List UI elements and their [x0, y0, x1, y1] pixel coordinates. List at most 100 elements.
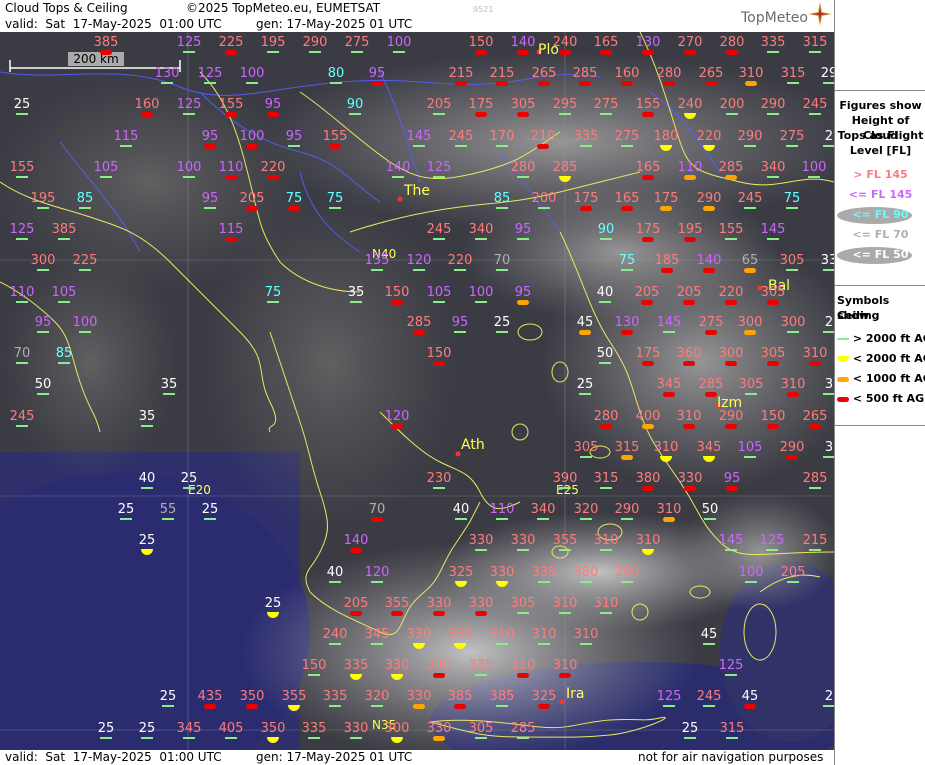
- cloud-top-label: 125: [9, 222, 35, 237]
- cloud-top-label: 105: [737, 440, 763, 455]
- cloud-top-label: 300: [30, 253, 56, 268]
- cloud-top-label: 310: [510, 658, 536, 673]
- ceiling-symbol: [413, 704, 425, 709]
- ceiling-symbol: [767, 176, 779, 178]
- cloud-top-label: 280: [656, 66, 682, 81]
- ceiling-symbol: [823, 269, 834, 271]
- cloud-top-label: 165: [593, 35, 619, 50]
- cloud-top-label: 265: [531, 66, 557, 81]
- cloud-top-label: 245: [9, 409, 35, 424]
- cloud-top-label: 120: [384, 409, 410, 424]
- legend-title-line-1: Figures show: [839, 99, 922, 112]
- ceiling-symbol: [621, 145, 633, 147]
- cloud-top-label: 345: [176, 721, 202, 736]
- ceiling-symbol: [703, 643, 715, 645]
- ceiling-symbol: [684, 737, 696, 739]
- ceiling-symbol: [786, 455, 798, 460]
- cloud-top-label: 55: [159, 502, 177, 517]
- cloud-top-label: 155: [718, 222, 744, 237]
- cloud-top-label: 305: [779, 253, 805, 268]
- cloud-top-label: 75: [285, 191, 303, 206]
- cloud-top-label: 95: [285, 129, 303, 144]
- ceiling-symbol: [100, 50, 112, 55]
- cloud-top-label: 240: [677, 97, 703, 112]
- cloud-top-label: 160: [614, 66, 640, 81]
- ceiling-symbol: [120, 145, 132, 147]
- ceiling-symbol: [162, 705, 174, 707]
- ceiling-symbol: [809, 424, 821, 429]
- footer-generated-time: gen: 17-May-2025 01 UTC: [256, 750, 413, 764]
- ceiling-symbol: [496, 518, 508, 520]
- ceiling-symbol: [413, 330, 425, 335]
- cloud-top-label: 265: [698, 66, 724, 81]
- legend-level-le70: <= FL 70: [852, 228, 909, 241]
- cloud-top-label: 110: [9, 285, 35, 300]
- cloud-top-label: 310: [780, 377, 806, 392]
- ceiling-symbol: [267, 112, 279, 117]
- cloud-top-label: 25: [576, 377, 594, 392]
- ceiling-symbol: [162, 518, 174, 520]
- cloud-top-label: 110: [489, 502, 515, 517]
- cloud-top-label: 305: [468, 721, 494, 736]
- ceiling-symbol: [579, 393, 591, 395]
- cloud-top-label: 310: [676, 409, 702, 424]
- legend-level-le50: <= FL 50: [852, 248, 909, 261]
- ceiling-orange-bar-icon: [837, 376, 849, 382]
- ceiling-symbol: [371, 643, 383, 645]
- ceiling-symbol: [455, 81, 467, 86]
- cloud-top-label: 25: [201, 502, 219, 517]
- legend-title-line-4: Level [FL]: [849, 144, 912, 157]
- cloud-top-label: 100: [72, 315, 98, 330]
- cloud-top-label: 205: [780, 565, 806, 580]
- cloud-top-label: 40: [138, 471, 156, 486]
- cloud-top-label: 330: [489, 565, 515, 580]
- ceiling-symbol: [37, 269, 49, 271]
- ceiling-symbol: [579, 330, 591, 335]
- symbol-gt2000: > 2000 ft AGL: [837, 332, 925, 345]
- cloud-top-label: 175: [653, 191, 679, 206]
- cloud-top-label: 125: [656, 689, 682, 704]
- ceiling-symbol: [350, 737, 362, 739]
- cloud-top-label: 40: [452, 502, 470, 517]
- ceiling-symbol: [246, 704, 258, 709]
- cloud-top-label: 155: [218, 97, 244, 112]
- satellite-map[interactable]: 200 km Plo The Ath Izm Bal Ira N40 E20 E…: [0, 32, 834, 750]
- ceiling-symbol: [559, 549, 571, 551]
- cloud-top-label: 29: [820, 66, 834, 81]
- cloud-top-label: 280: [510, 160, 536, 175]
- cloud-top-label: 205: [634, 285, 660, 300]
- ceiling-symbol: [433, 301, 445, 303]
- cloud-top-label: 70: [13, 346, 31, 361]
- copyright-text: ©2025 TopMeteo.eu, EUMETSAT: [186, 1, 381, 15]
- ceiling-symbol: [391, 300, 403, 305]
- cloud-top-label: 245: [802, 97, 828, 112]
- symbol-lt2000-label: < 2000 ft AGL: [852, 352, 925, 365]
- ceiling-symbol: [433, 238, 445, 240]
- map-title: Cloud Tops & Ceiling: [5, 1, 128, 15]
- cloud-top-label: 85: [55, 346, 73, 361]
- cloud-top-label: 310: [531, 627, 557, 642]
- cloud-top-label: 75: [618, 253, 636, 268]
- ceiling-symbol: [559, 673, 571, 678]
- cloud-top-label: 300: [384, 721, 410, 736]
- cloud-top-label: 335: [573, 129, 599, 144]
- ceiling-symbol: [79, 331, 91, 333]
- cloud-top-label: 105: [93, 160, 119, 175]
- cloud-top-label: 125: [759, 533, 785, 548]
- ceiling-symbol: [745, 581, 757, 583]
- ceiling-symbol: [600, 487, 612, 489]
- cloud-top-label: 2: [824, 689, 834, 704]
- ceiling-symbol: [725, 549, 737, 551]
- cloud-top-label: 25: [681, 721, 699, 736]
- cloud-top-label: 195: [677, 222, 703, 237]
- ceiling-symbol: [663, 81, 675, 86]
- ceiling-symbol: [433, 176, 445, 178]
- ceiling-symbol: [161, 82, 173, 84]
- cloud-top-label: 220: [260, 160, 286, 175]
- ceiling-symbol: [787, 581, 799, 583]
- ceiling-symbol: [725, 674, 737, 676]
- ceiling-symbol: [663, 705, 675, 707]
- cloud-top-label: 285: [718, 160, 744, 175]
- ceiling-symbol: [683, 300, 695, 305]
- ceiling-symbol: [371, 705, 383, 707]
